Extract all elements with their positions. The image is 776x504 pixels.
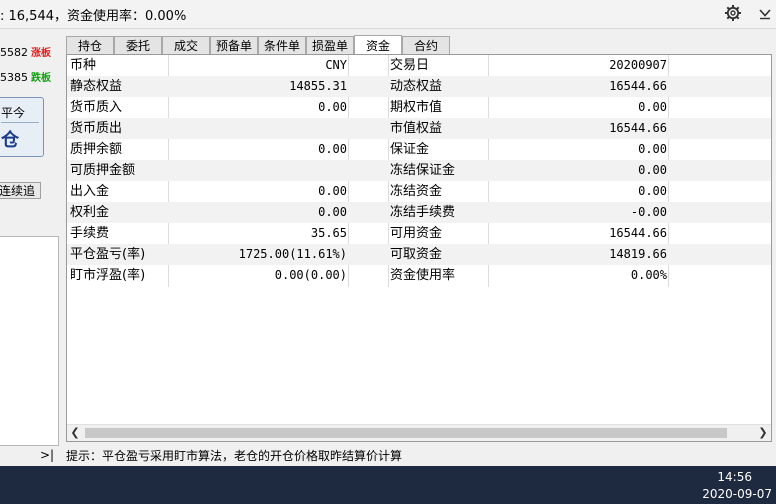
table-row[interactable]: 货币质入 0.00 期权市值 0.00 — [67, 97, 771, 118]
field-value: 0.00 — [318, 100, 347, 114]
clock-time[interactable]: 14:56 — [717, 470, 752, 484]
tab-trades[interactable]: 成交 — [162, 36, 210, 54]
field-value: 0.00(0.00) — [274, 268, 347, 282]
field-label: 可用资金 — [390, 226, 443, 241]
field-value: 0.00 — [638, 142, 667, 156]
table-row[interactable]: 质押余额 0.00 保证金 0.00 — [67, 139, 771, 160]
field-value: 0.00 — [318, 205, 347, 219]
table-row[interactable]: 出入金 0.00 冻结资金 0.00 — [67, 181, 771, 202]
close-today-button[interactable]: 平今 仓 — [0, 97, 44, 157]
clock-date[interactable]: 2020-09-07 — [702, 487, 772, 501]
field-label: 交易日 — [390, 58, 430, 73]
field-value: 0.00 — [318, 142, 347, 156]
field-label: 冻结资金 — [390, 184, 443, 199]
hint-text: 提示：平仓盈亏采用盯市算法，老仓的开仓价格取昨结算价计算 — [66, 449, 403, 463]
field-value: 0.00% — [630, 268, 667, 282]
field-label: 币种 — [70, 58, 97, 73]
field-label: 权利金 — [70, 205, 110, 220]
field-label: 冻结手续费 — [390, 205, 456, 220]
field-value: -0.00 — [630, 205, 667, 219]
continuous-chase-button[interactable]: 连续追 — [0, 182, 41, 199]
field-value: 20200907 — [609, 58, 667, 72]
limit-up-badge[interactable]: 涨板 — [31, 48, 51, 59]
field-label: 货币质出 — [70, 121, 123, 136]
scroll-right-icon[interactable]: ❯ — [755, 425, 771, 441]
account-summary-bar: : 16,544，资金使用率：0.00% — [0, 0, 776, 29]
field-label: 可取资金 — [390, 247, 443, 262]
field-value — [169, 160, 347, 181]
limit-down-badge[interactable]: 跌板 — [31, 73, 51, 84]
quote-row[interactable]: 5582 涨板 — [0, 44, 51, 62]
table-row[interactable]: 权利金 0.00 冻结手续费 -0.00 — [67, 202, 771, 223]
field-value: 1725.00(11.61%) — [238, 247, 347, 261]
field-value: 16544.66 — [609, 121, 667, 135]
quote-row[interactable]: 5385 跌板 — [0, 69, 51, 87]
field-label: 平仓盈亏(率) — [70, 247, 146, 262]
field-label: 手续费 — [70, 226, 110, 241]
account-summary-text: : 16,544，资金使用率：0.00% — [0, 9, 187, 24]
horizontal-scrollbar[interactable]: ❮ ❯ — [67, 424, 771, 441]
gear-icon[interactable] — [723, 3, 743, 23]
field-label: 保证金 — [390, 142, 430, 157]
field-label: 可质押金额 — [70, 163, 136, 178]
table-row[interactable]: 平仓盈亏(率) 1725.00(11.61%) 可取资金 14819.66 — [67, 244, 771, 265]
tab-positions[interactable]: 持仓 — [66, 36, 114, 54]
field-label: 质押余额 — [70, 142, 123, 157]
quote-code: 5582 — [0, 46, 28, 59]
field-value: 0.00 — [638, 184, 667, 198]
field-value: CNY — [325, 58, 347, 72]
table-row[interactable]: 手续费 35.65 可用资金 16544.66 — [67, 223, 771, 244]
field-label: 静态权益 — [70, 79, 123, 94]
left-panel: 5582 涨板 5385 跌板 平今 仓 连续追 — [0, 30, 60, 466]
tab-stop-orders[interactable]: 损盈单 — [306, 36, 354, 54]
field-label: 资金使用率 — [390, 268, 456, 283]
field-value: 35.65 — [310, 226, 347, 240]
tab-prepared-orders[interactable]: 预备单 — [210, 36, 258, 54]
tab-contracts[interactable]: 合约 — [402, 36, 450, 54]
field-label: 冻结保证金 — [390, 163, 456, 178]
divider — [1, 122, 39, 123]
field-value — [169, 118, 347, 139]
collapse-panel-button[interactable]: >| — [40, 448, 54, 462]
quote-code: 5385 — [0, 71, 28, 84]
close-today-label: 平今 — [1, 106, 26, 120]
field-value: 0.00 — [638, 100, 667, 114]
scrollbar-thumb[interactable] — [85, 428, 727, 438]
tab-funds[interactable]: 资金 — [354, 35, 402, 54]
table-row[interactable]: 币种 CNY 交易日 20200907 — [67, 55, 771, 76]
field-value: 14819.66 — [609, 247, 667, 261]
field-value: 14855.31 — [289, 79, 347, 93]
field-label: 货币质入 — [70, 100, 123, 115]
field-label: 动态权益 — [390, 79, 443, 94]
field-label: 市值权益 — [390, 121, 443, 136]
chevron-down-icon[interactable] — [755, 3, 775, 23]
table-row[interactable]: 盯市浮盈(率) 0.00(0.00) 资金使用率 0.00% — [67, 265, 771, 286]
table-row[interactable]: 静态权益 14855.31 动态权益 16544.66 — [67, 76, 771, 97]
field-value: 16544.66 — [609, 79, 667, 93]
tab-orders[interactable]: 委托 — [114, 36, 162, 54]
position-label: 仓 — [1, 130, 19, 151]
field-value: 0.00 — [638, 163, 667, 177]
funds-table: 币种 CNY 交易日 20200907 静态权益 14855.31 动态权益 16544.66… — [66, 54, 772, 442]
field-label: 期权市值 — [390, 100, 443, 115]
field-label: 盯市浮盈(率) — [70, 268, 146, 283]
tab-conditional-orders[interactable]: 条件单 — [258, 36, 306, 54]
scroll-left-icon[interactable]: ❮ — [67, 425, 83, 441]
table-row[interactable]: 可质押金额 冻结保证金 0.00 — [67, 160, 771, 181]
table-row[interactable]: 货币质出 市值权益 16544.66 — [67, 118, 771, 139]
field-value: 0.00 — [318, 184, 347, 198]
field-label: 出入金 — [70, 184, 110, 199]
taskbar: 14:56 2020-09-07 — [0, 466, 776, 504]
left-list-box[interactable] — [0, 236, 59, 446]
field-value: 16544.66 — [609, 226, 667, 240]
